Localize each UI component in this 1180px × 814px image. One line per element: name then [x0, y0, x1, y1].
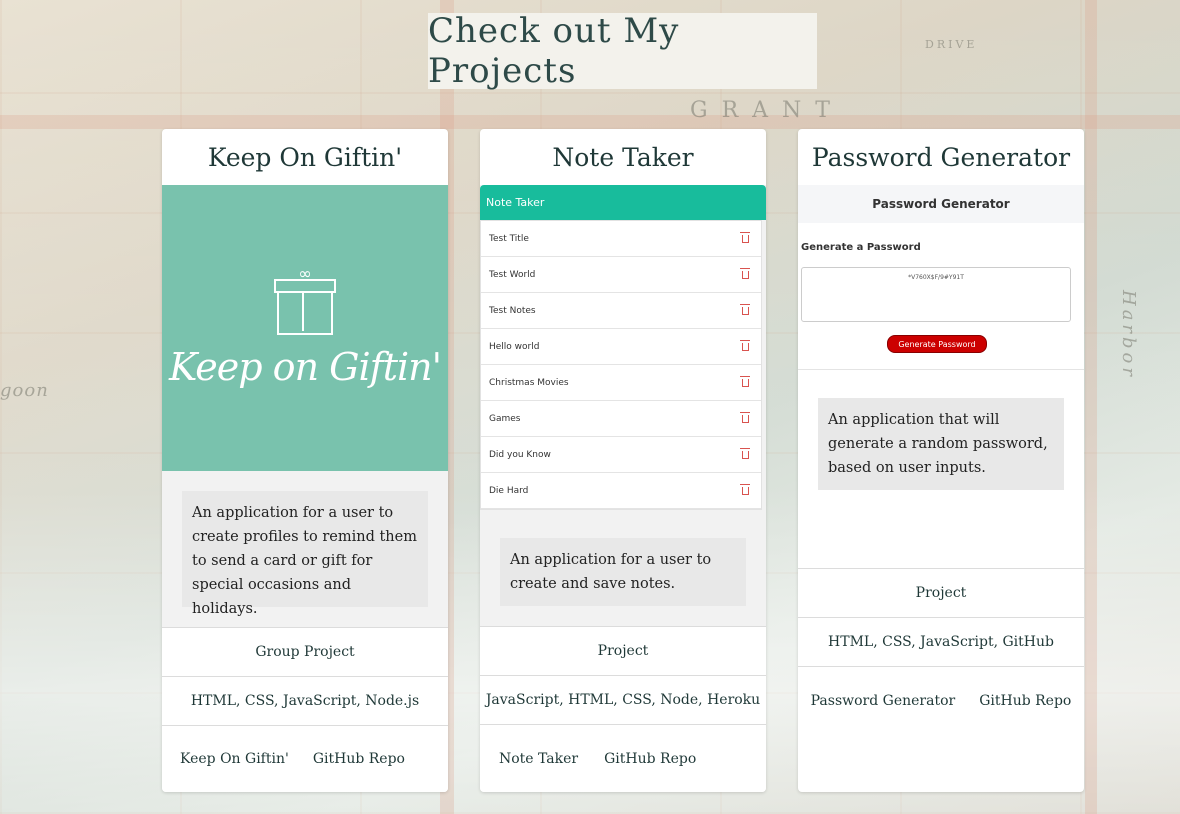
- project-tech: HTML, CSS, JavaScript, Node.js: [162, 676, 448, 725]
- project-tech: HTML, CSS, JavaScript, GitHub: [798, 617, 1084, 666]
- project-links: Note Taker GitHub Repo: [480, 724, 766, 792]
- project-screenshot[interactable]: ∞ Keep on Giftin': [162, 185, 448, 471]
- project-links: Password Generator GitHub Repo: [798, 666, 1084, 735]
- project-description: An application for a user to create and …: [500, 538, 746, 606]
- project-card-password-generator: Password Generator Password Generator Ge…: [798, 129, 1084, 792]
- card-title: Password Generator: [811, 142, 1071, 172]
- trash-icon[interactable]: [740, 483, 750, 495]
- note-item[interactable]: Christmas Movies: [481, 365, 761, 401]
- logo-text: Keep on Giftin': [168, 345, 442, 389]
- map-label-harbor: Harbor: [1118, 290, 1139, 380]
- note-title: Hello world: [489, 341, 540, 352]
- project-card-note-taker: Note Taker Note Taker Test Title Test Wo…: [480, 129, 766, 792]
- note-list: Test Title Test World Test Notes Hello w…: [480, 220, 762, 510]
- trash-icon[interactable]: [740, 267, 750, 279]
- project-type: Group Project: [162, 627, 448, 676]
- project-tech: JavaScript, HTML, CSS, Node, Heroku: [480, 675, 766, 724]
- map-label-goon: goon: [0, 380, 49, 401]
- note-item[interactable]: Test Title: [481, 221, 761, 257]
- note-title: Die Hard: [489, 485, 529, 496]
- trash-icon[interactable]: [740, 231, 750, 243]
- note-item[interactable]: Hello world: [481, 329, 761, 365]
- trash-icon[interactable]: [740, 303, 750, 315]
- password-output[interactable]: *V760X$F/9#Y91T: [801, 267, 1071, 322]
- note-title: Did you Know: [489, 449, 551, 460]
- note-taker-header: Note Taker: [480, 185, 766, 220]
- note-title: Test World: [489, 269, 536, 280]
- card-body: ∞ Keep on Giftin' An application for a u…: [162, 185, 448, 627]
- trash-icon[interactable]: [740, 375, 750, 387]
- password-generator-header: Password Generator: [798, 185, 1084, 223]
- card-body: Note Taker Test Title Test World Test No…: [480, 185, 766, 626]
- project-type: Project: [798, 568, 1084, 617]
- trash-icon[interactable]: [740, 411, 750, 423]
- app-link[interactable]: Keep On Giftin': [180, 751, 289, 767]
- generate-label: Generate a Password: [801, 242, 921, 253]
- app-link[interactable]: Password Generator: [811, 693, 956, 709]
- gift-box-icon: [277, 291, 333, 335]
- project-card-keep-on-giftin: Keep On Giftin' ∞ Keep on Giftin' An app…: [162, 129, 448, 792]
- app-link[interactable]: Note Taker: [499, 751, 578, 767]
- github-repo-link[interactable]: GitHub Repo: [604, 751, 696, 767]
- map-road: [0, 115, 1180, 129]
- note-title: Test Title: [489, 233, 529, 244]
- password-panel: Generate a Password *V760X$F/9#Y91T Gene…: [798, 223, 1084, 370]
- generate-password-button[interactable]: Generate Password: [887, 335, 987, 353]
- page-title: Check out My Projects: [428, 11, 817, 91]
- map-road: [1085, 0, 1097, 814]
- note-title: Games: [489, 413, 521, 424]
- map-label-grant: GRANT: [690, 98, 844, 123]
- note-title: Christmas Movies: [489, 377, 569, 388]
- card-title: Keep On Giftin': [207, 142, 403, 172]
- project-type: Project: [480, 626, 766, 675]
- github-repo-link[interactable]: GitHub Repo: [979, 693, 1071, 709]
- project-links: Keep On Giftin' GitHub Repo: [162, 725, 448, 792]
- note-item[interactable]: Did you Know: [481, 437, 761, 473]
- note-item[interactable]: Games: [481, 401, 761, 437]
- note-item[interactable]: Test World: [481, 257, 761, 293]
- project-description: An application that will generate a rand…: [818, 398, 1064, 490]
- trash-icon[interactable]: [740, 447, 750, 459]
- note-item[interactable]: Die Hard: [481, 473, 761, 509]
- card-body: Password Generator Generate a Password *…: [798, 185, 1084, 568]
- card-title: Note Taker: [552, 142, 694, 172]
- trash-icon[interactable]: [740, 339, 750, 351]
- map-label-drive: DRIVE: [925, 38, 978, 51]
- github-repo-link[interactable]: GitHub Repo: [313, 751, 405, 767]
- note-item[interactable]: Test Notes: [481, 293, 761, 329]
- note-title: Test Notes: [489, 305, 536, 316]
- project-description: An application for a user to create prof…: [182, 491, 428, 617]
